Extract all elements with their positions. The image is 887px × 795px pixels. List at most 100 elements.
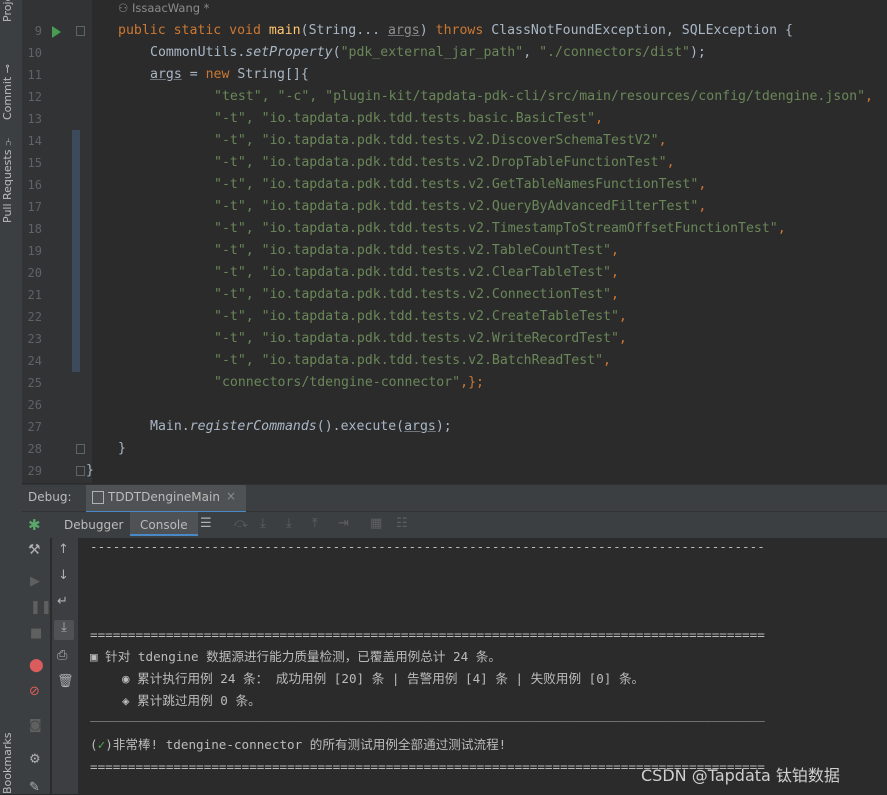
token: "-t", "io.tapdata.pdk.tdd.tests.v2.Times… (214, 221, 778, 236)
token: "-t", "io.tapdata.pdk.tdd.tests.v2.Creat… (214, 309, 619, 324)
token: , (666, 155, 675, 170)
code-line-17: "-t", "io.tapdata.pdk.tdd.tests.v2.Query… (214, 196, 706, 218)
camera-icon[interactable]: ◙ (29, 718, 42, 733)
line-number: 21 (27, 288, 42, 302)
watermark: CSDN @Tapdata 钛铂数据 (641, 766, 840, 785)
tab-debugger[interactable]: Debugger (64, 518, 123, 532)
debug-actions-column: ✱ ⚒ ▶ ❚❚ ■ ⬤ ⊘ ◙ ⚙ ✎ (22, 512, 52, 795)
token: , (610, 265, 619, 280)
line-number: 24 (27, 354, 42, 368)
debug-tool-window-header: Debug: TDDTDengineMain × (22, 484, 887, 513)
settings-icon[interactable]: ⚙ (29, 752, 41, 767)
code-line-23: "-t", "io.tapdata.pdk.tdd.tests.v2.Write… (214, 328, 627, 350)
console-line: ▣ 针对 tdengine 数据源进行能力质量检测，已覆盖用例总计 24 条。 (90, 649, 501, 664)
scroll-to-end-icon[interactable]: ⤓ (54, 620, 74, 640)
line-number: 14 (27, 134, 42, 148)
console-line: ----------------------------------------… (90, 539, 765, 554)
author-name: IssaacWang * (131, 1, 210, 15)
line-number: 23 (27, 332, 42, 346)
code-line-16: "-t", "io.tapdata.pdk.tdd.tests.v2.GetTa… (214, 174, 706, 196)
project-tab[interactable]: Project (1, 0, 21, 22)
arrow-down-icon[interactable]: ↓ (58, 568, 69, 583)
menu-icon[interactable]: ☰ (200, 516, 212, 531)
token: , (865, 89, 873, 104)
trash-icon[interactable]: 🗑 (57, 674, 74, 689)
token: "-t", "io.tapdata.pdk.tdd.tests.v2.Query… (214, 199, 699, 214)
run-config-name: TDDTDengineMain (108, 490, 220, 504)
token: } (118, 441, 126, 456)
code-line-13: "-t", "io.tapdata.pdk.tdd.tests.basic.Ba… (214, 108, 603, 130)
fold-icon[interactable] (76, 466, 85, 476)
token: "-t", "io.tapdata.pdk.tdd.tests.v2.Clear… (214, 265, 611, 280)
run-icon[interactable] (52, 26, 61, 38)
token: , (777, 221, 786, 236)
code-line-29: } (86, 460, 94, 482)
soft-wrap-icon[interactable]: ↵ (57, 594, 68, 609)
code-line-18: "-t", "io.tapdata.pdk.tdd.tests.v2.Times… (214, 218, 786, 240)
token: "-t", "io.tapdata.pdk.tdd.tests.v2.Write… (214, 331, 619, 346)
run-to-cursor-icon[interactable]: ⇥ (338, 516, 349, 531)
token: "-t", "io.tapdata.pdk.tdd.tests.v2.Batch… (214, 353, 604, 368)
bookmarks-tab[interactable]: Bookmarks (1, 700, 21, 794)
fold-icon[interactable] (76, 444, 85, 454)
line-number: 13 (27, 112, 42, 126)
pull-requests-label: Pull Requests (1, 149, 14, 223)
arrow-up-icon[interactable]: ↑ (58, 542, 69, 557)
force-step-into-icon[interactable]: ⤓ (286, 516, 292, 531)
code-line-9: public static void main(String... args) … (118, 20, 793, 42)
close-icon[interactable]: × (226, 489, 236, 503)
view-breakpoints-icon[interactable]: ⬤ (29, 658, 44, 673)
console-output[interactable]: ----------------------------------------… (80, 538, 887, 794)
trace-icon[interactable]: ☷ (396, 516, 408, 531)
token: Main. (150, 419, 190, 434)
token: , (618, 309, 627, 324)
editor-gutter: 9 10 11 12 13 14 15 16 17 18 19 20 21 22… (22, 0, 92, 483)
token: "pdk_external_jar_path" (340, 45, 524, 60)
token: , (618, 331, 627, 346)
pause-icon[interactable]: ❚❚ (30, 600, 52, 615)
line-number: 17 (27, 200, 42, 214)
token: , (610, 243, 619, 258)
wrench-icon[interactable]: ⚒ (28, 542, 41, 558)
tab-console[interactable]: Console (130, 512, 198, 536)
stop-icon[interactable]: ■ (30, 626, 42, 641)
token: "-t", "io.tapdata.pdk.tdd.tests.v2.Disco… (214, 133, 659, 148)
evaluate-icon[interactable]: ▦ (370, 516, 382, 531)
code-line-22: "-t", "io.tapdata.pdk.tdd.tests.v2.Creat… (214, 306, 627, 328)
token: ,}; (460, 375, 484, 390)
commit-tab[interactable]: Commit ⊸ (1, 50, 21, 120)
code-line-15: "-t", "io.tapdata.pdk.tdd.tests.v2.DropT… (214, 152, 675, 174)
code-line-14: "-t", "io.tapdata.pdk.tdd.tests.v2.Disco… (214, 130, 667, 152)
token: , (523, 45, 540, 60)
token: args (404, 419, 436, 434)
token: , (603, 353, 611, 368)
pin-icon[interactable]: ✎ (29, 780, 40, 795)
pull-requests-tab[interactable]: Pull Requests ⑂ (1, 128, 21, 223)
token: setProperty (245, 45, 333, 60)
token: new (205, 67, 238, 82)
print-icon[interactable]: ⎙ (57, 648, 67, 663)
commit-tab-label: Commit (1, 76, 14, 120)
token: throws (435, 23, 492, 38)
token: "connectors/tdengine-connector" (214, 375, 461, 390)
fold-icon[interactable] (76, 26, 85, 36)
line-number: 16 (27, 178, 42, 192)
mute-breakpoints-icon[interactable]: ⊘ (29, 684, 40, 699)
code-line-27: Main.registerCommands().execute(args); (150, 416, 452, 438)
step-out-icon[interactable]: ⤒ (312, 516, 318, 531)
step-over-icon[interactable]: ⤼ (234, 516, 248, 531)
code-editor[interactable]: 9 10 11 12 13 14 15 16 17 18 19 20 21 22… (22, 0, 887, 483)
step-into-icon[interactable]: ⤓ (260, 516, 266, 531)
line-number: 26 (27, 398, 42, 412)
debug-toolbar: Debugger Console ☰ ⤼ ⤓ ⤓ ⤒ ⇥ ▦ ☷ (22, 512, 887, 538)
token: public static void (118, 23, 269, 38)
console-line: ________________________________________… (90, 707, 765, 722)
token: , (595, 111, 604, 126)
run-config-tab[interactable]: TDDTDengineMain × (86, 485, 246, 513)
changed-lines-marker (72, 130, 80, 372)
resume-icon[interactable]: ▶ (30, 574, 40, 589)
debug-bug-icon[interactable]: ✱ (28, 516, 41, 534)
token: registerCommands (189, 419, 317, 434)
token: String[]{ (237, 67, 309, 82)
token: "-t", "io.tapdata.pdk.tdd.tests.v2.Conne… (214, 287, 611, 302)
